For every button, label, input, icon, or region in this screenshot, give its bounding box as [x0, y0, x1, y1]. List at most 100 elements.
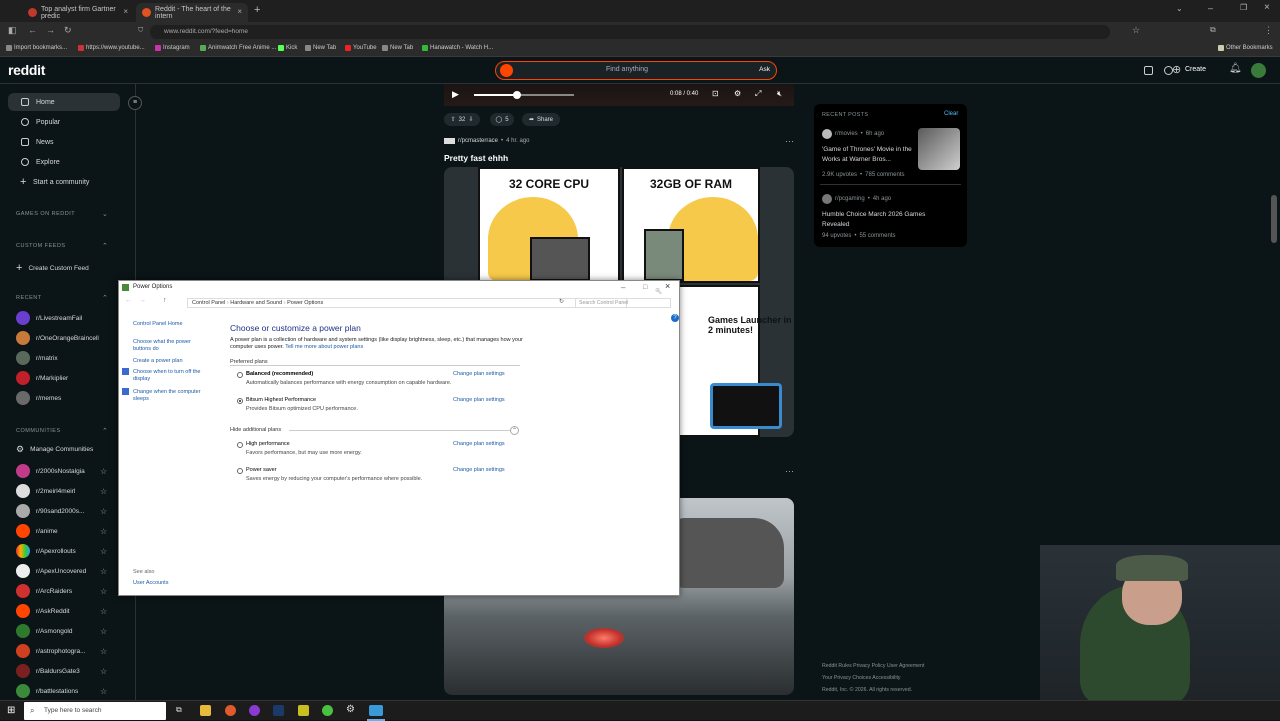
recent-item[interactable]: r/matrix	[16, 351, 58, 365]
star-icon[interactable]: ☆	[100, 647, 107, 656]
ask-button[interactable]: Ask	[759, 66, 770, 73]
other-bookmarks[interactable]: Other Bookmarks	[1218, 45, 1273, 51]
bookmark-item[interactable]: Import bookmarks...	[6, 45, 67, 51]
community-item[interactable]: r/ArcRaiders ☆	[16, 584, 107, 598]
user-accounts-link[interactable]: User Accounts	[133, 580, 168, 586]
steam-icon[interactable]	[273, 705, 284, 716]
community-item[interactable]: r/2000sNostalgia ☆	[16, 464, 107, 478]
bookmark-item[interactable]: YouTube	[345, 45, 377, 51]
star-icon[interactable]: ☆	[100, 507, 107, 516]
control-panel-taskbar-icon[interactable]	[369, 705, 383, 716]
create-power-plan-link[interactable]: Create a power plan	[133, 358, 183, 364]
browser-tab-active[interactable]: Reddit - The heart of the intern ×	[136, 3, 248, 22]
minimize-icon[interactable]: –	[621, 281, 625, 294]
star-icon[interactable]: ☆	[100, 567, 107, 576]
file-explorer-icon[interactable]	[200, 705, 211, 716]
star-icon[interactable]: ☆	[100, 487, 107, 496]
bookmark-star-icon[interactable]: ☆	[1132, 25, 1140, 36]
recent-item[interactable]: r/LivestreamFail	[16, 311, 82, 325]
bookmark-item[interactable]: Kick	[278, 45, 297, 51]
plan-radio-power-saver[interactable]	[237, 468, 243, 474]
maximize-icon[interactable]: □	[643, 281, 647, 294]
footer-links-row[interactable]: Reddit Rules Privacy Policy User Agreeme…	[822, 660, 924, 672]
community-item[interactable]: r/ApexUncovered ☆	[16, 564, 107, 578]
community-item[interactable]: r/anime ☆	[16, 524, 107, 538]
bookmark-item[interactable]: New Tab	[382, 45, 413, 51]
bookmark-item[interactable]: Animwatch Free Anime ...	[200, 45, 276, 51]
create-button[interactable]: Create	[1185, 66, 1206, 73]
vote-control[interactable]: ⇧ 32 ⇩	[444, 113, 480, 126]
star-icon[interactable]: ☆	[100, 527, 107, 536]
community-item[interactable]: r/2meirl4meirl ☆	[16, 484, 107, 498]
bookmark-item[interactable]: New Tab	[305, 45, 336, 51]
star-icon[interactable]: ☆	[100, 467, 107, 476]
plan-name[interactable]: Bitsum Highest Performance	[246, 397, 316, 403]
change-plan-settings-link[interactable]: Change plan settings	[453, 397, 505, 403]
community-item[interactable]: r/astrophotogra... ☆	[16, 644, 107, 658]
recent-post-sub[interactable]: r/pcgaming	[835, 196, 865, 202]
window-titlebar[interactable]: Power Options – □ ×	[119, 281, 679, 294]
clear-recent-button[interactable]: Clear	[944, 111, 958, 117]
change-plan-settings-link[interactable]: Change plan settings	[453, 371, 505, 377]
recent-post-title[interactable]: Humble Choice March 2026 Games Revealed	[822, 210, 942, 229]
xbox-icon[interactable]	[322, 705, 333, 716]
recent-section-header[interactable]: RECENT ⌃	[16, 295, 108, 302]
settings-gear-icon[interactable]: ⚙	[346, 704, 355, 715]
comments-button[interactable]: ◯ 5	[490, 113, 514, 126]
power-buttons-link[interactable]: Choose what the power buttons do	[133, 339, 205, 353]
reddit-logo[interactable]: reddit	[8, 62, 45, 78]
video-scrubber-handle[interactable]	[513, 91, 521, 99]
nav-popular[interactable]: Popular	[8, 113, 120, 131]
star-icon[interactable]: ☆	[100, 547, 107, 556]
manage-communities[interactable]: ⚙ Manage Communities	[16, 444, 93, 455]
community-item[interactable]: r/AskReddit ☆	[16, 604, 107, 618]
games-section-header[interactable]: GAMES ON REDDIT ⌄	[16, 211, 108, 218]
community-item[interactable]: r/Apexrollouts ☆	[16, 544, 107, 558]
close-icon[interactable]: ×	[665, 280, 670, 293]
task-view-icon[interactable]: ⧉	[176, 705, 182, 715]
nav-start-community[interactable]: + Start a community	[8, 173, 120, 191]
community-item[interactable]: r/Asmongold ☆	[16, 624, 107, 638]
upvote-icon[interactable]: ⇧	[451, 116, 456, 123]
maximize-window-icon[interactable]: ❐	[1240, 3, 1247, 12]
downvote-icon[interactable]: ⇩	[468, 116, 473, 123]
post-menu-icon[interactable]: ⋯	[785, 466, 794, 477]
firefox-icon[interactable]	[225, 705, 236, 716]
computer-sleeps-link[interactable]: Change when the computer sleeps	[133, 389, 213, 403]
share-button[interactable]: ➦ Share	[522, 113, 560, 126]
plan-radio-high-performance[interactable]	[237, 442, 243, 448]
close-tab-icon[interactable]: ×	[123, 7, 128, 16]
create-custom-feed[interactable]: + Create Custom Feed	[16, 262, 89, 274]
notifications-bell-icon[interactable]: 🔔︎	[1229, 63, 1242, 74]
extensions-icon[interactable]: ⧉	[1210, 25, 1216, 35]
captions-icon[interactable]: ⊡	[712, 89, 719, 98]
user-avatar[interactable]	[1251, 63, 1266, 78]
menu-icon[interactable]: ⋮	[1264, 25, 1273, 36]
close-tab-icon[interactable]: ×	[237, 7, 242, 16]
star-icon[interactable]: ☆	[100, 587, 107, 596]
breadcrumb-item[interactable]: Power Options	[287, 300, 323, 306]
close-window-icon[interactable]: ×	[1264, 2, 1270, 13]
browser-icon[interactable]	[249, 705, 260, 716]
tab-list-icon[interactable]: ⌄	[1176, 4, 1183, 13]
turn-off-display-link[interactable]: Choose when to turn off the display	[133, 369, 213, 383]
recent-post-thumbnail[interactable]	[918, 128, 960, 170]
plan-radio-balanced[interactable]	[237, 372, 243, 378]
help-icon[interactable]: ?	[671, 314, 679, 322]
footer-links-row[interactable]: Your Privacy Choices Accessibility	[822, 672, 924, 684]
star-icon[interactable]: ☆	[100, 667, 107, 676]
community-item[interactable]: r/90sand2000s... ☆	[16, 504, 107, 518]
collapse-chevron-icon[interactable]: ⌃	[510, 426, 519, 435]
breadcrumb-item[interactable]: Control Panel	[192, 300, 225, 306]
url-input[interactable]: www.reddit.com/?feed=home	[150, 25, 1110, 39]
plan-name[interactable]: High performance	[246, 441, 290, 447]
post-menu-icon[interactable]: ⋯	[785, 136, 794, 147]
post-title[interactable]: Pretty fast ehhh	[444, 153, 508, 163]
refresh-icon[interactable]: ↻	[559, 298, 564, 305]
forward-icon[interactable]: →	[139, 297, 146, 304]
plan-name[interactable]: Balanced (recommended)	[246, 371, 313, 377]
change-plan-settings-link[interactable]: Change plan settings	[453, 467, 505, 473]
recent-post-title[interactable]: 'Game of Thrones' Movie in the Works at …	[822, 145, 916, 164]
up-icon[interactable]: ↑	[163, 297, 167, 304]
back-icon[interactable]: ←	[125, 297, 132, 304]
